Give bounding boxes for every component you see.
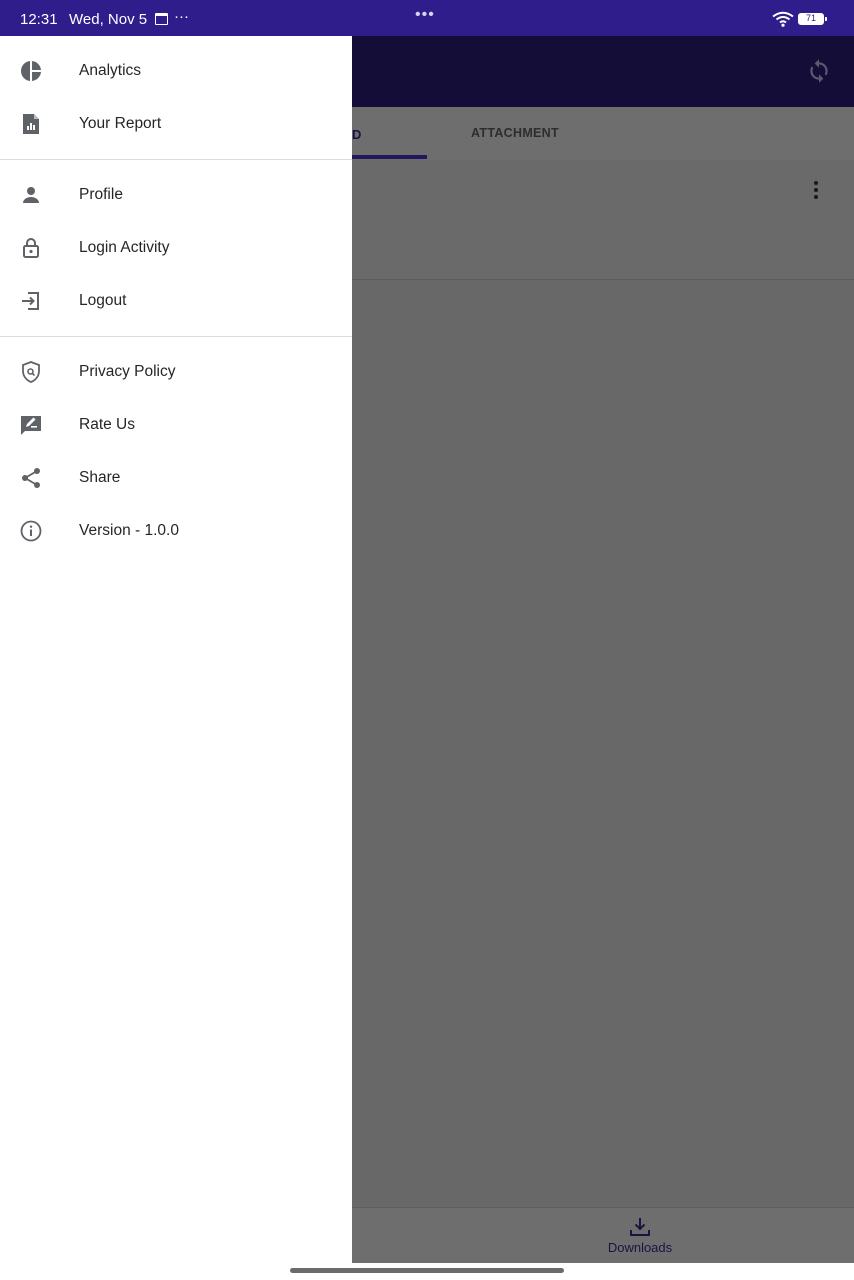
drawer-item-logout[interactable]: Logout	[0, 275, 352, 328]
status-time: 12:31	[20, 11, 58, 28]
rate-review-icon	[21, 416, 41, 435]
tab-indicator	[352, 155, 427, 159]
drawer-item-privacy-policy[interactable]: Privacy Policy	[0, 346, 352, 399]
drawer-item-label: Rate Us	[79, 416, 135, 433]
calendar-notification-icon	[155, 13, 168, 25]
drawer-item-label: Your Report	[79, 115, 162, 132]
shield-icon	[22, 361, 40, 383]
download-icon	[630, 1218, 650, 1236]
drawer-item-your-report[interactable]: Your Report	[0, 98, 352, 151]
drawer-item-login-activity[interactable]: Login Activity	[0, 222, 352, 275]
drawer-item-label: Analytics	[79, 62, 142, 79]
wifi-icon	[772, 11, 794, 27]
drawer-divider	[0, 336, 352, 337]
person-icon	[23, 187, 39, 203]
drawer-item-analytics[interactable]: Analytics	[0, 45, 352, 98]
report-icon	[23, 114, 39, 134]
status-date: Wed, Nov 5	[69, 11, 148, 28]
drawer-item-share[interactable]: Share	[0, 452, 352, 505]
drawer-item-label: Profile	[79, 186, 123, 203]
drawer-item-label: Version - 1.0.0	[79, 522, 179, 539]
navigation-drawer: Analytics Your Report Profile Login Acti…	[0, 36, 352, 1263]
multitask-dots-icon[interactable]: •••	[415, 6, 435, 24]
drawer-item-profile[interactable]: Profile	[0, 169, 352, 222]
more-vert-icon[interactable]	[812, 181, 820, 201]
tab-attachment[interactable]: ATTACHMENT	[471, 126, 559, 140]
info-icon	[20, 520, 42, 542]
logout-icon	[22, 292, 39, 310]
drawer-item-version[interactable]: Version - 1.0.0	[0, 505, 352, 558]
pie-chart-icon	[21, 61, 41, 81]
list-item[interactable]	[352, 160, 854, 280]
share-icon	[22, 468, 40, 488]
battery-icon: 71	[798, 13, 827, 25]
tab-partial-label[interactable]: D	[352, 127, 361, 142]
drawer-item-label: Share	[79, 469, 121, 486]
more-notifications-icon: ···	[174, 8, 189, 25]
drawer-item-label: Login Activity	[79, 239, 170, 256]
sync-icon[interactable]	[806, 58, 832, 84]
status-bar: 12:31 Wed, Nov 5 ··· ••• 71	[0, 0, 854, 36]
downloads-tab[interactable]: Downloads	[600, 1216, 680, 1255]
drawer-divider	[0, 159, 352, 160]
drawer-item-rate-us[interactable]: Rate Us	[0, 399, 352, 452]
lock-icon	[23, 238, 39, 258]
gesture-handle[interactable]	[290, 1268, 564, 1273]
drawer-item-label: Logout	[79, 292, 127, 309]
downloads-label: Downloads	[607, 1240, 673, 1255]
drawer-item-label: Privacy Policy	[79, 363, 176, 380]
